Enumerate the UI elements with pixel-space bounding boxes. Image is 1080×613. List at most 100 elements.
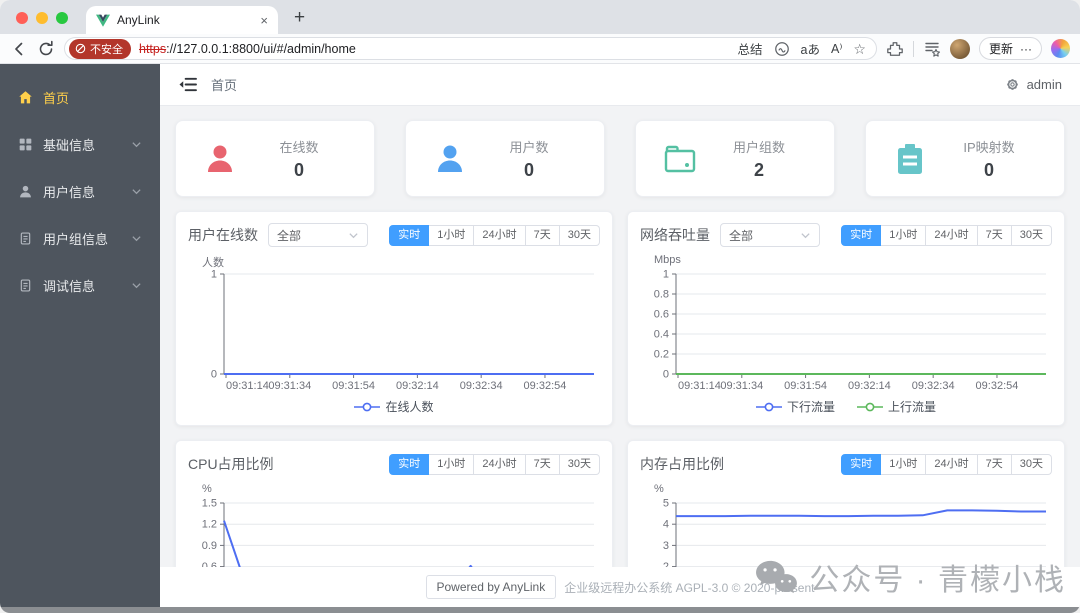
range-realtime-button[interactable]: 实时 (389, 453, 430, 475)
chevron-down-icon (132, 236, 141, 242)
svg-text:09:32:54: 09:32:54 (524, 380, 567, 392)
browser-tab[interactable]: AnyLink × (86, 6, 278, 34)
browser-window: AnyLink × + 不安全 https://127.0.0.1:8800/u… (0, 0, 1080, 613)
charts-row-1: 用户在线数 全部 实时 1小时 24小时 7天 30天 人数 0 1 09:31… (175, 211, 1065, 426)
group-filter-select[interactable]: 全部 (720, 223, 820, 247)
sidebar-item-basic-info[interactable]: 基础信息 (0, 121, 160, 168)
update-button[interactable]: 更新 ··· (978, 37, 1042, 60)
stat-value: 0 (983, 159, 994, 180)
group-filter-select[interactable]: 全部 (268, 223, 368, 247)
range-30d-button[interactable]: 30天 (559, 224, 600, 246)
svg-text:0.8: 0.8 (654, 289, 669, 301)
summarize-button[interactable]: 总结 (738, 39, 763, 58)
profile-avatar[interactable] (949, 38, 970, 59)
y-axis-unit: % (202, 483, 212, 495)
range-1h-button[interactable]: 1小时 (881, 224, 927, 246)
summarizer-icon[interactable] (774, 41, 790, 57)
range-realtime-button[interactable]: 实时 (841, 453, 882, 475)
range-1h-button[interactable]: 1小时 (881, 453, 927, 475)
window-bottom-edge (0, 607, 1080, 613)
range-realtime-button[interactable]: 实时 (389, 224, 430, 246)
range-24h-button[interactable]: 24小时 (926, 453, 978, 475)
range-24h-button[interactable]: 24小时 (474, 453, 526, 475)
stat-value: 0 (293, 159, 304, 180)
user-menu[interactable]: admin (1005, 77, 1062, 92)
range-30d-button[interactable]: 30天 (1011, 224, 1052, 246)
browser-toolbar: 不安全 https://127.0.0.1:8800/ui/#/admin/ho… (0, 34, 1080, 64)
new-tab-button[interactable]: + (294, 8, 305, 27)
range-7d-button[interactable]: 7天 (525, 453, 560, 475)
copilot-icon[interactable] (1051, 39, 1070, 58)
range-30d-button[interactable]: 30天 (1011, 453, 1052, 475)
security-badge[interactable]: 不安全 (69, 38, 131, 59)
range-24h-button[interactable]: 24小时 (926, 224, 978, 246)
svg-text:0: 0 (211, 369, 217, 381)
url-text[interactable]: https://127.0.0.1:8800/ui/#/admin/home (139, 42, 730, 56)
stat-card-users: 用户数 0 (405, 120, 605, 197)
chart-card-online-users: 用户在线数 全部 实时 1小时 24小时 7天 30天 人数 0 1 09:31… (175, 211, 613, 426)
read-aloud-icon[interactable]: A⁾ (831, 41, 842, 56)
extensions-icon[interactable] (886, 40, 904, 58)
range-7d-button[interactable]: 7天 (977, 453, 1012, 475)
svg-text:1: 1 (663, 269, 669, 281)
close-tab-icon[interactable]: × (260, 13, 268, 28)
y-axis-unit: Mbps (654, 254, 681, 266)
stat-value: 2 (753, 159, 764, 180)
range-7d-button[interactable]: 7天 (525, 224, 560, 246)
user-icon (20, 185, 31, 198)
tab-strip: AnyLink × + (0, 0, 1080, 34)
sidebar-item-debug-info[interactable]: 调试信息 (0, 262, 160, 309)
breadcrumb[interactable]: 首页 (211, 75, 237, 94)
chart-canvas: 0 0.2 0.4 0.6 0.8 1 09:31:14 09:31:34 09:31:54 09… (654, 269, 1046, 392)
grid-icon (19, 138, 32, 151)
time-range-group: 实时 1小时 24小时 7天 30天 (389, 224, 600, 246)
tickets-icon (20, 232, 31, 245)
range-7d-button[interactable]: 7天 (977, 224, 1012, 246)
chevron-down-icon (132, 142, 141, 148)
chevron-down-icon (349, 232, 358, 238)
address-bar[interactable]: 不安全 https://127.0.0.1:8800/ui/#/admin/ho… (64, 37, 877, 60)
svg-text:3: 3 (663, 540, 669, 552)
online-user-icon (208, 145, 232, 172)
svg-text:09:31:34: 09:31:34 (720, 380, 763, 392)
sidebar-item-user-info[interactable]: 用户信息 (0, 168, 160, 215)
zoom-window-button[interactable] (56, 12, 68, 24)
range-1h-button[interactable]: 1小时 (429, 224, 475, 246)
svg-text:09:31:54: 09:31:54 (332, 380, 375, 392)
svg-text:0.4: 0.4 (654, 329, 669, 341)
reload-icon[interactable] (37, 40, 55, 58)
collections-icon[interactable] (923, 40, 941, 58)
chart-legend: 在线人数 (188, 398, 600, 415)
chart-title: 用户在线数 (188, 227, 258, 243)
username: admin (1026, 77, 1062, 92)
clipboard-icon (898, 143, 922, 174)
watermark: 公众号 · 青檬小栈 (753, 555, 1066, 599)
svg-text:1: 1 (211, 269, 217, 281)
range-1h-button[interactable]: 1小时 (429, 453, 475, 475)
more-icon[interactable]: ··· (1020, 42, 1032, 56)
range-realtime-button[interactable]: 实时 (841, 224, 882, 246)
app-topbar: 首页 admin (160, 64, 1080, 106)
svg-text:09:32:34: 09:32:34 (912, 380, 955, 392)
address-bar-tools: 总结 aあ A⁾ ☆ (738, 39, 866, 58)
legend-item[interactable]: 下行流量 (755, 398, 835, 415)
translate-icon[interactable]: aあ (801, 39, 820, 58)
time-range-group: 实时 1小时 24小时 7天 30天 (841, 453, 1052, 475)
sidebar-item-group-info[interactable]: 用户组信息 (0, 215, 160, 262)
chart-title: 内存占用比例 (640, 456, 724, 472)
legend-item[interactable]: 上行流量 (857, 398, 936, 415)
legend-item[interactable]: 在线人数 (354, 398, 434, 415)
range-30d-button[interactable]: 30天 (559, 453, 600, 475)
favorite-star-icon[interactable]: ☆ (853, 42, 866, 56)
chevron-down-icon (132, 283, 141, 289)
sidebar: 首页 基础信息 用户信息 用户组信息 调试信息 (0, 64, 160, 607)
back-icon[interactable] (10, 40, 28, 58)
collapse-menu-icon[interactable] (178, 76, 197, 93)
close-window-button[interactable] (16, 12, 28, 24)
range-24h-button[interactable]: 24小时 (474, 224, 526, 246)
sidebar-item-home[interactable]: 首页 (0, 74, 160, 121)
svg-text:09:31:54: 09:31:54 (784, 380, 827, 392)
powered-by-button[interactable]: Powered by AnyLink (425, 575, 557, 599)
minimize-window-button[interactable] (36, 12, 48, 24)
stat-card-groups: 用户组数 2 (635, 120, 835, 197)
